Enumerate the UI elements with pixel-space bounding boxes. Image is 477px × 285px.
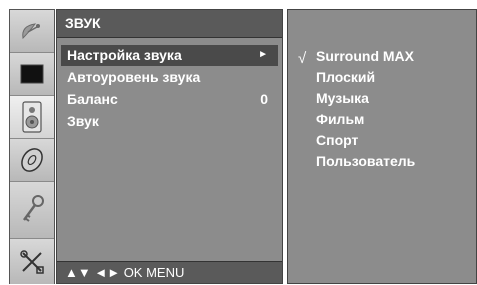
submenu-option-flat[interactable]: Плоский <box>316 69 375 85</box>
menu-item-balance[interactable]: Баланс 0 <box>61 89 278 110</box>
submenu-option-music[interactable]: Музыка <box>316 90 369 106</box>
picture-category-button[interactable] <box>10 53 54 96</box>
lock-category-button[interactable] <box>10 182 54 239</box>
tools-icon <box>20 249 44 274</box>
menu-item-label: Баланс <box>67 91 118 107</box>
sound-category-button[interactable] <box>10 96 54 139</box>
satellite-dish-icon <box>22 23 40 40</box>
submenu-option-user[interactable]: Пользователь <box>316 153 415 169</box>
sound-mode-submenu: √ Surround MAX Плоский Музыка Фильм Спор… <box>287 9 477 284</box>
balance-value: 0 <box>260 91 268 107</box>
menu-item-label: Звук <box>67 113 99 129</box>
setup-category-button[interactable] <box>10 239 54 284</box>
menu-item-label: Автоуровень звука <box>67 69 201 85</box>
menu-item-sound-setting[interactable]: Настройка звука ► <box>61 45 278 66</box>
picture-icon <box>20 64 44 84</box>
menu-title: ЗВУК <box>57 10 282 38</box>
submenu-arrow-icon: ► <box>258 49 268 60</box>
time-category-button[interactable] <box>10 139 54 182</box>
submenu-option-movie[interactable]: Фильм <box>316 111 364 127</box>
disc-icon <box>21 148 43 172</box>
category-icon-strip <box>9 9 55 284</box>
checkmark-icon: √ <box>298 50 307 67</box>
menu-item-auto-volume[interactable]: Автоуровень звука <box>61 67 278 88</box>
tv-osd-menu: ЗВУК Настройка звука ► Автоуровень звука… <box>0 0 477 285</box>
speaker-icon <box>22 101 42 133</box>
menu-item-label: Настройка звука <box>67 47 182 63</box>
sound-menu-panel: ЗВУК Настройка звука ► Автоуровень звука… <box>56 9 283 284</box>
submenu-option-sport[interactable]: Спорт <box>316 132 358 148</box>
menu-item-sound[interactable]: Звук <box>61 111 278 132</box>
channel-category-button[interactable] <box>10 10 54 53</box>
navigation-hint-bar: ▲▼ ◄► OK MENU <box>57 261 282 283</box>
submenu-option-surround-max[interactable]: Surround MAX <box>316 48 414 64</box>
key-icon <box>22 195 44 222</box>
